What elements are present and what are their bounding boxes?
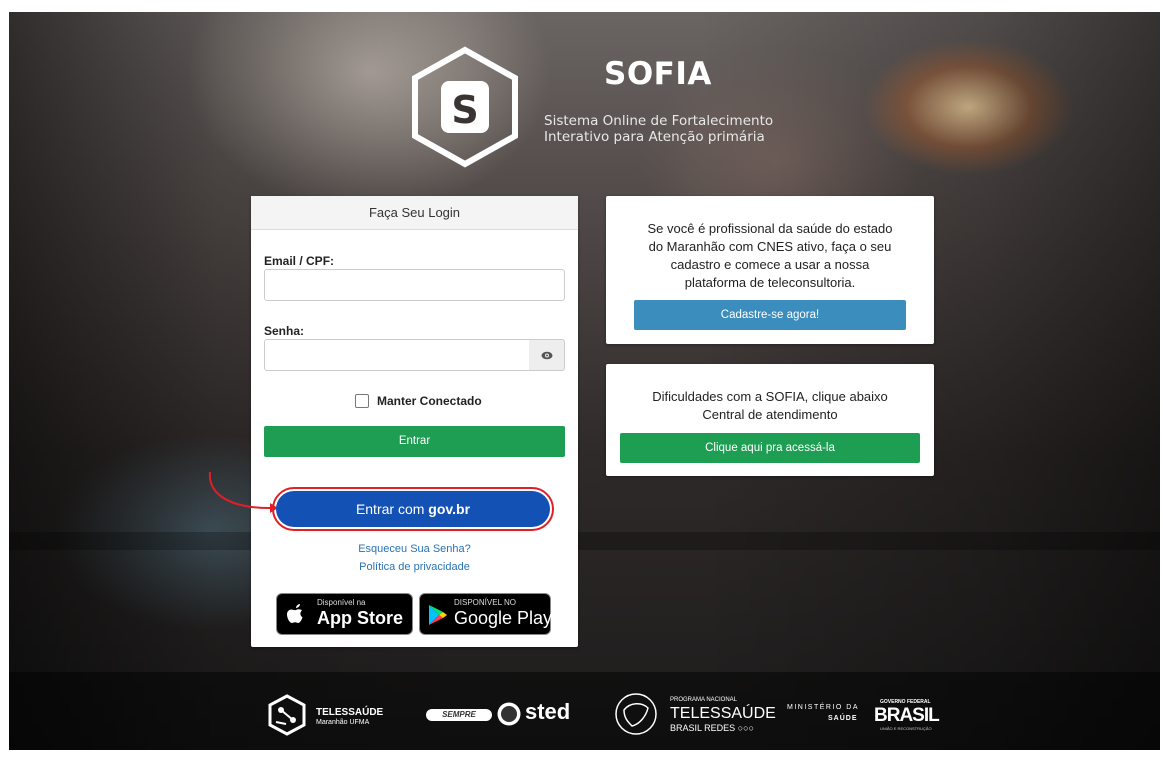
telessaude-brasil-title: TELESSAÚDE [670, 705, 776, 722]
register-card: Se você é profissional da saúde do estad… [606, 196, 934, 344]
brasil-logo: BRASIL [874, 705, 940, 726]
brand-subtitle-line2: Interativo para Atenção primária [544, 129, 765, 145]
sempre-seal-icon [497, 702, 521, 726]
telessaude-subtitle: Maranhão UFMA [316, 719, 370, 726]
register-text-line3: cadastro e comece a usar a nossa [670, 257, 870, 272]
telessaude-brasil-subtitle-text: BRASIL REDES [670, 723, 736, 733]
telessaude-title: TELESSAÚDE [316, 707, 384, 718]
keep-connected-checkbox[interactable] [355, 394, 369, 408]
register-text-line4: plataforma de teleconsultoria. [684, 275, 856, 290]
help-text-line1: Dificuldades com a SOFIA, clique abaixo [652, 389, 888, 404]
google-play-badge[interactable]: DISPONÍVEL NO Google Play [419, 593, 553, 635]
login-header: Faça Seu Login [251, 196, 578, 230]
google-play-text: Google Play [454, 608, 553, 628]
page-frame: S SOFIA Sistema Online de Fortalecimento… [0, 0, 1163, 761]
ministerio-line2: SAÚDE [828, 715, 858, 722]
app-store-badge[interactable]: Disponível na App Store [276, 593, 413, 635]
globe-icon [615, 693, 657, 735]
governo-subtitle: UNIÃO E RECONSTRUÇÃO [880, 726, 932, 731]
register-text: Se você é profissional da saúde do estad… [606, 220, 934, 292]
show-password-button[interactable] [529, 339, 565, 371]
google-play-icon [429, 605, 447, 625]
telessaude-maranhao-logo-icon [268, 694, 306, 736]
apple-icon [287, 604, 303, 623]
app-store-text: App Store [317, 608, 404, 628]
sted-logo: sted [525, 699, 571, 724]
register-button[interactable]: Cadastre-se agora! [634, 300, 906, 330]
help-text-line2: Central de atendimento [702, 407, 838, 422]
login-card: Faça Seu Login Email / CPF: Senha: Mante… [251, 196, 578, 647]
brand-title: SOFIA [604, 56, 712, 92]
privacy-policy-link[interactable]: Política de privacidade [251, 561, 578, 573]
govbr-prefix: Entrar com [355, 501, 429, 517]
brand-subtitle: Sistema Online de Fortalecimento Interat… [544, 113, 814, 145]
sempre-logo: SEMPRE [426, 709, 492, 721]
password-input[interactable] [264, 339, 530, 371]
google-play-small-text: DISPONÍVEL NO [454, 598, 516, 607]
sofia-logo-icon: S [412, 46, 518, 168]
programa-nacional-label: PROGRAMA NACIONAL [670, 697, 738, 703]
keep-connected[interactable]: Manter Conectado [355, 394, 482, 408]
ministerio-line1: MINISTÉRIO DA [787, 704, 860, 711]
telessaude-brasil-subtitle: BRASIL REDES ○○○ [670, 723, 755, 733]
logo-letter: S [451, 88, 478, 132]
brand-subtitle-line1: Sistema Online de Fortalecimento [544, 113, 774, 129]
forgot-password-link[interactable]: Esqueceu Sua Senha? [251, 543, 578, 555]
register-text-line1: Se você é profissional da saúde do estad… [647, 221, 893, 236]
email-label: Email / CPF: [264, 254, 335, 268]
keep-connected-label: Manter Conectado [377, 394, 482, 408]
background-band [9, 532, 1160, 550]
password-label: Senha: [264, 324, 305, 338]
help-button[interactable]: Clique aqui pra acessá-la [620, 433, 920, 463]
register-text-line2: do Maranhão com CNES ativo, faça o seu [648, 239, 892, 254]
help-card: Dificuldades com a SOFIA, clique abaixo … [606, 364, 934, 476]
help-text: Dificuldades com a SOFIA, clique abaixo … [606, 388, 934, 424]
app-store-small-text: Disponível na [317, 598, 366, 607]
govbr-brand: gov.br [428, 501, 471, 517]
govbr-login-button[interactable]: Entrar com gov.br [276, 491, 550, 527]
eye-icon [541, 351, 552, 360]
enter-button[interactable]: Entrar [264, 426, 565, 457]
partner-logos: TELESSAÚDE Maranhão UFMA SEMPRE sted PRO… [0, 690, 1163, 750]
email-input[interactable] [264, 269, 565, 301]
